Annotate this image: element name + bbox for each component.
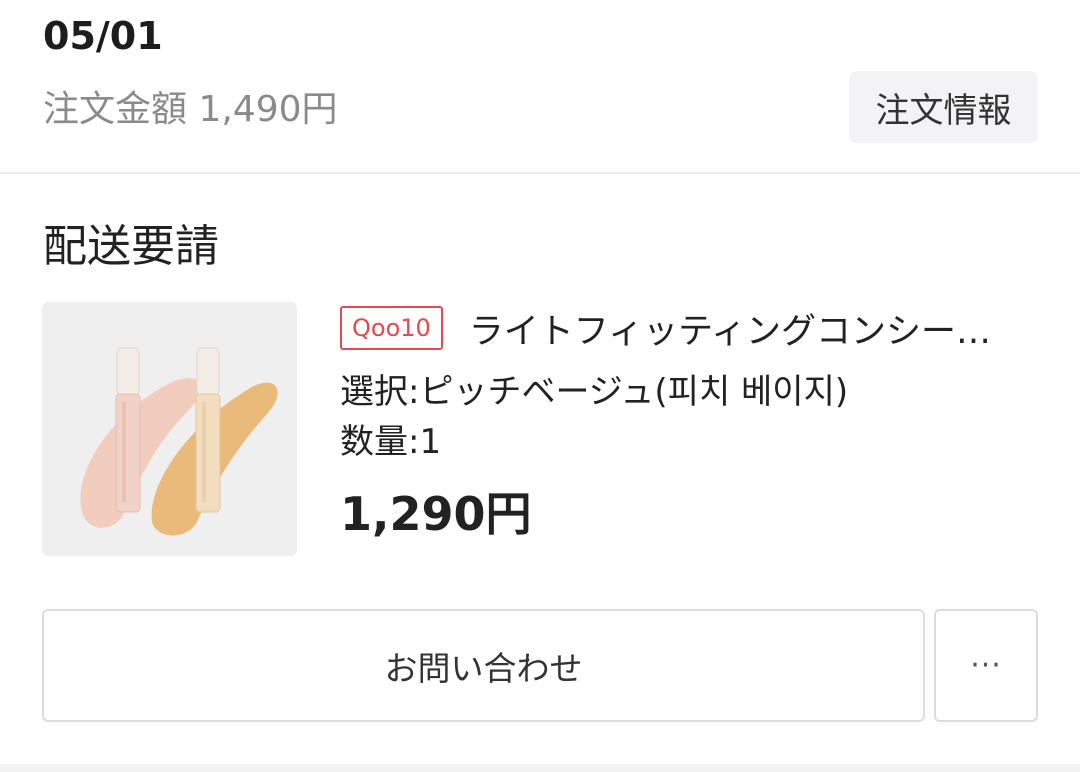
- product-price: 1,290円: [340, 487, 532, 541]
- product-title-line: Qoo10 ライトフィッティングコンシー…: [340, 304, 1040, 352]
- product-image[interactable]: [42, 302, 297, 556]
- product-info[interactable]: Qoo10 ライトフィッティングコンシー… 選択:ピッチベージュ(피치 베이지)…: [340, 304, 1040, 541]
- product-quantity: 数量:1: [340, 422, 442, 462]
- more-options-button[interactable]: ···: [934, 609, 1038, 722]
- more-icon: ···: [970, 648, 1002, 683]
- order-date: 05/01: [43, 14, 163, 58]
- section-divider: [0, 172, 1080, 174]
- order-total-amount: 注文金額 1,490円: [43, 89, 338, 130]
- concealer-product-image: [80, 347, 278, 536]
- order-info-button[interactable]: 注文情報: [849, 71, 1038, 143]
- order-detail-card: 05/01 注文金額 1,490円 注文情報 配送要請 Qoo10 ライトフィッ…: [0, 0, 1080, 772]
- inquiry-button[interactable]: お問い合わせ: [42, 609, 925, 722]
- seller-badge: Qoo10: [340, 306, 443, 350]
- delivery-status-title: 配送要請: [43, 221, 219, 272]
- product-option: 選択:ピッチベージュ(피치 베이지): [340, 372, 849, 412]
- bottom-divider: [0, 764, 1080, 772]
- product-name[interactable]: ライトフィッティングコンシー…: [469, 303, 1029, 354]
